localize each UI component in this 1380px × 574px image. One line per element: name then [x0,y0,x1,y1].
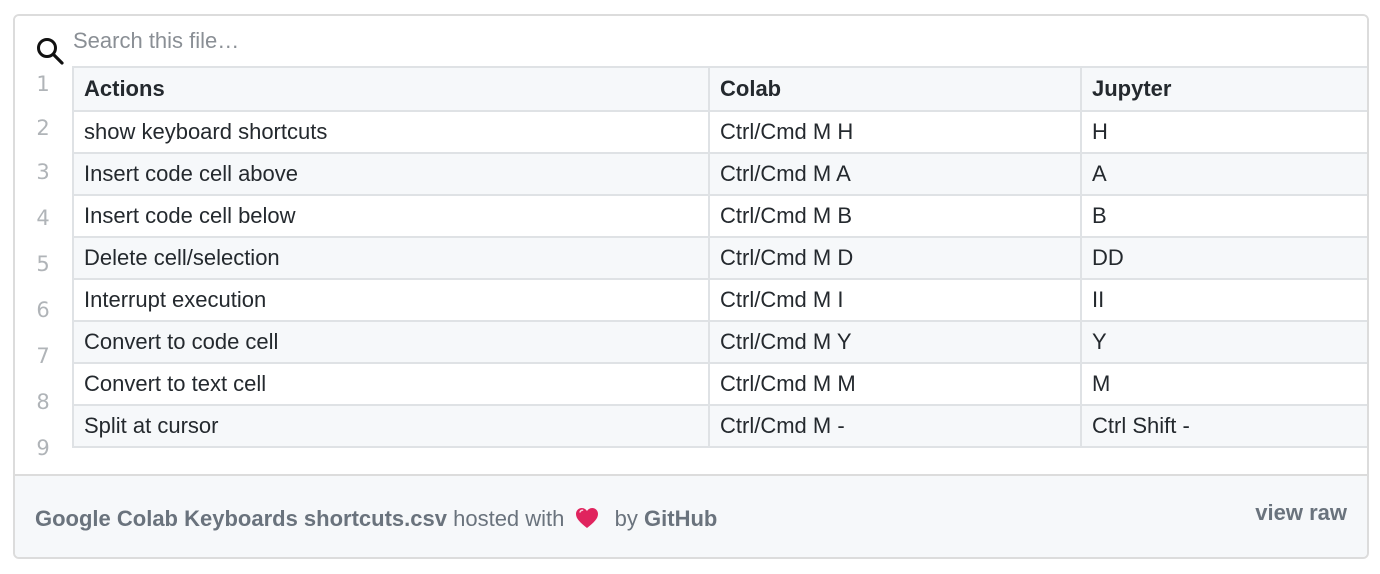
cell-colab: Ctrl/Cmd M A [708,152,1082,196]
table-row: Convert to code cell Ctrl/Cmd M Y Y [72,320,1367,364]
cell-jupyter: B [1080,194,1367,238]
cell-colab: Ctrl/Cmd M I [708,278,1082,322]
gist-footer: Google Colab Keyboards shortcuts.csv hos… [15,474,1367,557]
search-icon [35,36,67,68]
cell-action: Delete cell/selection [72,236,710,280]
cell-jupyter: M [1080,362,1367,406]
cell-jupyter: Y [1080,320,1367,364]
column-header-jupyter: Jupyter [1080,66,1367,112]
line-number: 9 [36,436,50,460]
cell-jupyter: Ctrl Shift - [1080,404,1367,448]
cell-jupyter: H [1080,110,1367,154]
cell-action: show keyboard shortcuts [72,110,710,154]
cell-action: Interrupt execution [72,278,710,322]
search-input[interactable] [73,24,673,58]
footer-meta: Google Colab Keyboards shortcuts.csv hos… [35,506,717,535]
gist-embed: 1 2 3 4 5 6 7 8 9 Actions Colab Jupyter [13,14,1369,559]
table-row: show keyboard shortcuts Ctrl/Cmd M H H [72,110,1367,154]
cell-action: Convert to code cell [72,320,710,364]
cell-action: Split at cursor [72,404,710,448]
table-row: Delete cell/selection Ctrl/Cmd M D DD [72,236,1367,280]
cell-colab: Ctrl/Cmd M - [708,404,1082,448]
table-row: Insert code cell above Ctrl/Cmd M A A [72,152,1367,196]
cell-jupyter: II [1080,278,1367,322]
line-number-gutter: 1 2 3 4 5 6 7 8 9 [15,66,71,478]
cell-colab: Ctrl/Cmd M Y [708,320,1082,364]
line-number: 3 [36,160,50,184]
line-number: 6 [36,298,50,322]
cell-action: Insert code cell above [72,152,710,196]
column-header-actions: Actions [72,66,710,112]
cell-action: Insert code cell below [72,194,710,238]
cell-colab: Ctrl/Cmd M M [708,362,1082,406]
line-number: 7 [36,344,50,368]
search-bar [15,16,1367,66]
cell-jupyter: DD [1080,236,1367,280]
table-header-row: Actions Colab Jupyter [72,66,1367,112]
hosted-with-text: hosted with [453,506,565,531]
cell-colab: Ctrl/Cmd M B [708,194,1082,238]
line-number: 4 [36,206,50,230]
table-row: Insert code cell below Ctrl/Cmd M B B [72,194,1367,238]
line-number: 2 [36,116,50,140]
cell-action: Convert to text cell [72,362,710,406]
line-number: 5 [36,252,50,276]
view-raw-link[interactable]: view raw [1255,500,1347,526]
column-header-colab: Colab [708,66,1082,112]
csv-table: Actions Colab Jupyter show keyboard shor… [72,66,1367,448]
github-link[interactable]: GitHub [644,506,717,531]
cell-jupyter: A [1080,152,1367,196]
table-row: Interrupt execution Ctrl/Cmd M I II [72,278,1367,322]
file-name-link[interactable]: Google Colab Keyboards shortcuts.csv [35,506,447,531]
cell-colab: Ctrl/Cmd M D [708,236,1082,280]
line-number: 8 [36,390,50,414]
table-row: Split at cursor Ctrl/Cmd M - Ctrl Shift … [72,404,1367,448]
csv-table-container: Actions Colab Jupyter show keyboard shor… [72,66,1367,478]
heart-icon [575,507,599,535]
table-row: Convert to text cell Ctrl/Cmd M M M [72,362,1367,406]
line-number: 1 [36,72,50,96]
by-text: by [614,506,638,531]
cell-colab: Ctrl/Cmd M H [708,110,1082,154]
